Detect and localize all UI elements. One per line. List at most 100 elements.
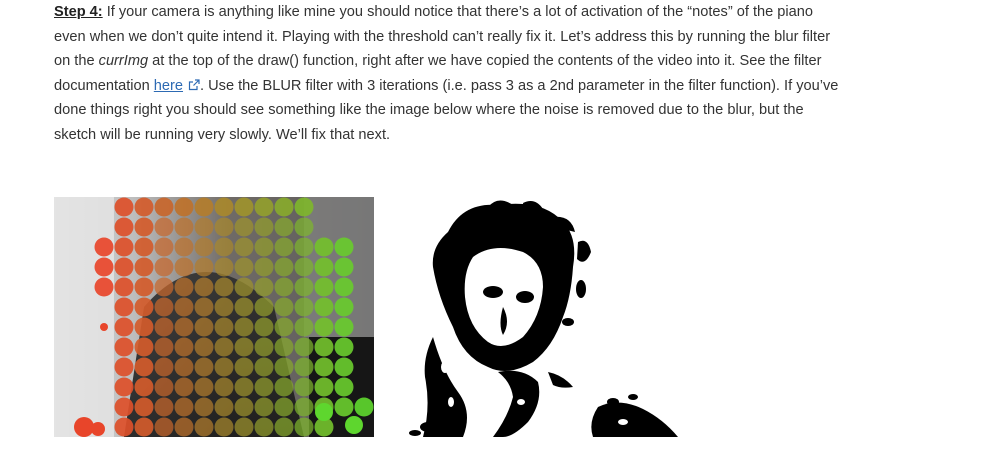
note-dot [214,297,234,317]
external-link-icon[interactable] [188,79,200,91]
note-dot [154,397,174,417]
note-dot [91,422,105,436]
step-label: Step 4: [54,4,103,20]
note-dot [274,297,294,317]
note-dot [214,197,234,217]
note-dot [94,277,114,297]
note-dot [254,297,274,317]
note-dot [194,217,214,237]
note-dot [294,277,314,297]
note-dot [294,297,314,317]
note-dot [254,197,274,217]
note-dot [274,197,294,217]
note-dot [334,297,354,317]
note-dot [315,403,333,421]
note-dot [154,257,174,277]
note-dot [274,257,294,277]
note-dot [134,377,154,397]
note-dot [114,337,134,357]
note-dot [154,417,174,437]
note-dot [214,217,234,237]
note-dot [254,377,274,397]
note-dot [114,317,134,337]
note-dot [314,317,334,337]
threshold-silhouette-image [403,197,685,437]
note-dot [334,337,354,357]
note-dot [194,297,214,317]
note-dot [214,397,234,417]
note-dot [294,357,314,377]
note-dot [194,277,214,297]
note-dot [154,337,174,357]
note-dot [114,277,134,297]
note-dot [294,337,314,357]
filter-documentation-link[interactable]: here [154,78,183,94]
note-dot [234,197,254,217]
note-dot [234,337,254,357]
note-dot [294,197,314,217]
note-dot [274,317,294,337]
note-dot [294,237,314,257]
note-dot [174,397,194,417]
note-dot [114,377,134,397]
note-dot [234,417,254,437]
note-dot [154,317,174,337]
note-dot [194,257,214,277]
note-dot [254,357,274,377]
note-dot [294,257,314,277]
note-dot [134,397,154,417]
note-dot [194,337,214,357]
note-dot [100,323,108,331]
note-dot [134,277,154,297]
note-dot [294,397,314,417]
note-dot [134,197,154,217]
note-dot [134,297,154,317]
note-dot [114,357,134,377]
code-variable: currImg [98,53,149,70]
note-dot [214,377,234,397]
note-dot [194,357,214,377]
note-dot [114,237,134,257]
note-dot [274,417,294,437]
note-dot [314,357,334,377]
note-dot [174,417,194,437]
note-dot [314,277,334,297]
note-dot [154,217,174,237]
note-dot [174,277,194,297]
note-dot [234,397,254,417]
note-dot [214,337,234,357]
blurred-camera-note-grid-image [54,197,374,437]
note-dot [274,217,294,237]
note-dot [174,197,194,217]
note-dot [314,337,334,357]
note-dot [134,357,154,377]
note-dot [345,416,363,434]
note-dot [274,397,294,417]
note-dot [334,257,354,277]
note-dot [314,377,334,397]
note-dot [154,297,174,317]
note-dot [274,277,294,297]
note-dot [254,257,274,277]
note-dot [134,337,154,357]
note-dot [174,217,194,237]
note-dot [254,337,274,357]
note-dot [174,337,194,357]
note-dot [274,357,294,377]
note-dot [214,317,234,337]
note-dot [274,337,294,357]
note-dot [194,397,214,417]
note-dot [234,277,254,297]
note-dot [214,277,234,297]
note-dot [174,377,194,397]
note-dot [194,197,214,217]
note-dot [334,357,354,377]
note-dot [234,297,254,317]
note-dot [114,217,134,237]
note-dot [314,237,334,257]
note-dot [114,257,134,277]
note-dot [154,377,174,397]
note-dot [174,257,194,277]
note-dot [334,277,354,297]
note-dot [334,237,354,257]
